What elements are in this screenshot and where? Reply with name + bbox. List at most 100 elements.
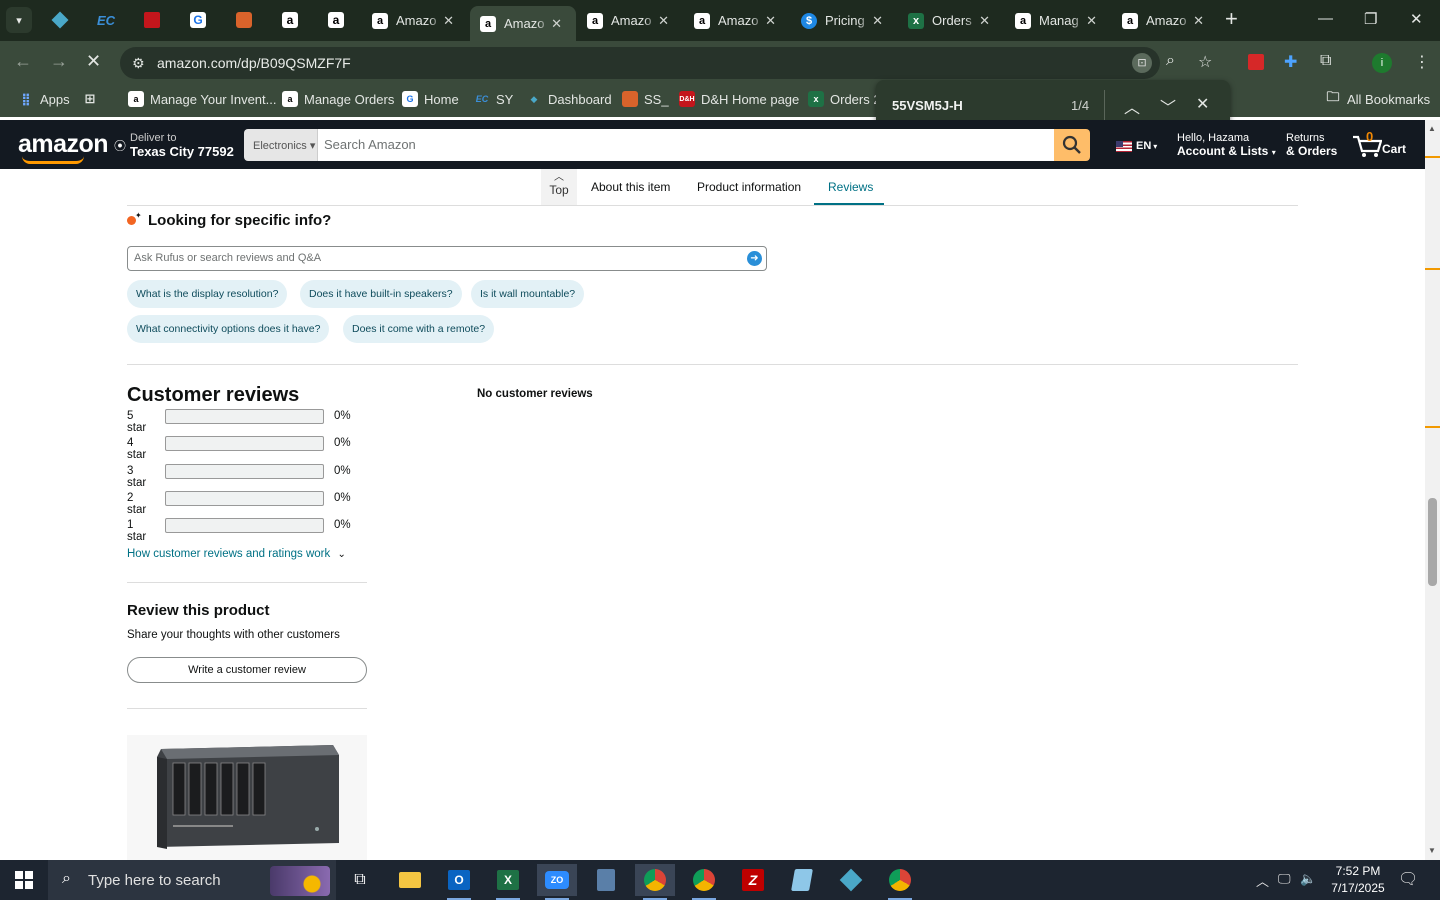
returns-orders[interactable]: Returns & Orders [1286, 132, 1337, 158]
chrome-icon[interactable] [635, 864, 675, 900]
close-tab-icon[interactable]: ✕ [551, 16, 562, 32]
scrollbar-thumb[interactable] [1428, 498, 1437, 586]
tab-orders[interactable]: x Orders ✕ [898, 6, 1004, 35]
forward-icon[interactable]: → [50, 51, 68, 72]
close-tab-icon[interactable]: ✕ [979, 13, 990, 29]
taskbar-search[interactable]: ⌕ Type here to search [48, 860, 336, 900]
pinned-tab-3[interactable] [140, 8, 164, 32]
bookmark-dashboard[interactable]: ◆ Dashboard [526, 91, 612, 107]
address-bar[interactable]: ⚙ amazon.com/dp/B09QSMZF7F ⊡ [120, 47, 1160, 79]
pinned-tab-7[interactable]: a [324, 8, 348, 32]
bookmark-ss[interactable]: SS_ [622, 91, 669, 107]
rufus-search-input[interactable]: Ask Rufus or search reviews and Q&A ➜ [127, 246, 767, 271]
bookmark-dh-home[interactable]: D&H D&H Home page [679, 91, 799, 107]
pinned-tab-4[interactable]: G [186, 8, 210, 32]
scroll-down-icon[interactable]: ▼ [1428, 846, 1436, 855]
rufus-question-chip[interactable]: What is the display resolution? [127, 280, 288, 308]
close-tab-icon[interactable]: ✕ [658, 13, 669, 29]
notifications-icon[interactable]: 🗨 [1398, 869, 1418, 889]
excel-icon[interactable]: X [488, 864, 528, 900]
rufus-question-chip[interactable]: Does it have built-in speakers? [300, 280, 462, 308]
tab-amazon-3[interactable]: a Amazo ✕ [577, 6, 683, 35]
outlook-icon[interactable]: O [439, 864, 479, 900]
close-window-icon[interactable]: ✕ [1410, 10, 1423, 28]
close-tab-icon[interactable]: ✕ [872, 13, 883, 29]
deliver-to[interactable]: ⦿ Deliver to Texas City 77592 [114, 132, 234, 158]
new-tab-button[interactable]: + [1225, 8, 1238, 30]
restore-icon[interactable]: ❐ [1364, 10, 1377, 28]
pinned-tab-1[interactable] [48, 8, 72, 32]
extension-red-icon[interactable] [1248, 54, 1264, 70]
tab-amazon-4[interactable]: a Amazo ✕ [684, 6, 790, 35]
close-tab-icon[interactable]: ✕ [765, 13, 776, 29]
nav-reviews[interactable]: Reviews [828, 180, 873, 194]
pinned-tab-5[interactable] [232, 8, 256, 32]
network-icon[interactable]: 🖵 [1278, 871, 1291, 887]
pinned-tab-6[interactable]: a [278, 8, 302, 32]
calculator-icon[interactable] [586, 864, 626, 896]
amazon-search-button[interactable] [1054, 129, 1090, 161]
extension-blue-icon[interactable]: ✚ [1284, 52, 1297, 72]
tab-amazon-active[interactable]: a Amazo ✕ [470, 6, 576, 41]
find-previous-icon[interactable]: ︿ [1124, 94, 1140, 118]
profile-avatar[interactable]: i [1372, 53, 1392, 73]
menu-kebab-icon[interactable]: ⋮ [1414, 52, 1430, 72]
rufus-question-chip[interactable]: Is it wall mountable? [471, 280, 585, 308]
url-text[interactable]: amazon.com/dp/B09QSMZF7F [157, 55, 351, 71]
rufus-question-chip[interactable]: Does it come with a remote? [343, 315, 495, 343]
site-info-icon[interactable]: ⚙ [132, 55, 145, 72]
rufus-question-chip[interactable]: What connectivity options does it have? [127, 315, 330, 343]
tab-pricing[interactable]: $ Pricing ✕ [791, 6, 897, 35]
file-explorer-icon[interactable] [390, 864, 430, 896]
tray-overflow-icon[interactable]: ︿ [1256, 871, 1269, 890]
arrow-right-icon[interactable]: ➜ [747, 251, 762, 266]
start-button[interactable] [0, 860, 48, 900]
scroll-up-icon[interactable]: ▲ [1428, 124, 1436, 133]
back-to-top-button[interactable]: ︿ Top [541, 169, 577, 205]
diamond-app-icon[interactable] [831, 864, 871, 896]
system-clock[interactable]: 7:52 PM 7/17/2025 [1320, 863, 1396, 897]
chrome-alt-icon[interactable] [880, 864, 920, 900]
tab-amazon-8[interactable]: a Amazo ✕ [1112, 6, 1218, 35]
close-tab-icon[interactable]: ✕ [1086, 13, 1097, 29]
extensions-puzzle-icon[interactable]: ⧉ [1320, 52, 1331, 70]
bookmark-manage-orders[interactable]: a Manage Orders [282, 91, 394, 107]
page-scrollbar[interactable]: ▲ ▼ [1425, 120, 1440, 860]
bookmark-apps[interactable]: ⣿ Apps [18, 91, 69, 107]
notepad-icon[interactable] [782, 864, 822, 896]
bookmark-home[interactable]: G Home [402, 91, 459, 107]
task-view-icon[interactable]: ⧉ [340, 864, 380, 896]
find-input[interactable]: 55VSM5J-H [892, 98, 963, 113]
nav-about-this-item[interactable]: About this item [591, 180, 670, 194]
find-close-icon[interactable]: ✕ [1196, 94, 1209, 114]
tab-amazon-1[interactable]: a Amazo ✕ [362, 6, 468, 35]
search-category-select[interactable]: Electronics ▾ [244, 129, 318, 161]
close-tab-icon[interactable]: ✕ [1193, 13, 1204, 29]
how-reviews-work-link[interactable]: How customer reviews and ratings work ⌄ [127, 548, 346, 560]
zoom-app-icon[interactable]: ZO [537, 864, 577, 900]
find-next-icon[interactable]: ﹀ [1160, 94, 1176, 118]
zoom-icon[interactable]: ⌕ [1166, 52, 1175, 70]
filezilla-icon[interactable]: Z [733, 864, 773, 896]
nav-product-information[interactable]: Product information [697, 180, 801, 194]
account-lists[interactable]: Hello, Hazama Account & Lists ▾ [1177, 132, 1276, 159]
minimize-icon[interactable]: — [1318, 10, 1333, 27]
bookmark-star-icon[interactable]: ☆ [1198, 52, 1212, 72]
cart[interactable]: Cart [1352, 130, 1412, 160]
back-icon[interactable]: ← [14, 51, 32, 72]
write-review-button[interactable]: Write a customer review [127, 657, 367, 683]
pinned-tab-2[interactable]: EC [94, 8, 118, 32]
all-bookmarks[interactable]: 🗀 All Bookmarks [1325, 89, 1430, 107]
language-selector[interactable]: EN ▾ [1116, 140, 1157, 153]
product-image[interactable] [127, 735, 367, 860]
volume-icon[interactable]: 🔈 [1300, 871, 1316, 887]
bookmark-tab-groups[interactable]: ⊞ [82, 91, 104, 107]
amazon-logo[interactable]: amazon [18, 130, 109, 159]
chrome-profile-icon[interactable] [684, 864, 724, 900]
amazon-search-input[interactable]: Search Amazon [318, 129, 1054, 161]
lens-icon[interactable]: ⊡ [1132, 53, 1152, 73]
tab-manage[interactable]: a Manag ✕ [1005, 6, 1111, 35]
bookmark-orders-2[interactable]: x Orders 2 [808, 91, 881, 107]
stop-loading-icon[interactable]: ✕ [86, 51, 101, 72]
close-tab-icon[interactable]: ✕ [443, 13, 454, 29]
